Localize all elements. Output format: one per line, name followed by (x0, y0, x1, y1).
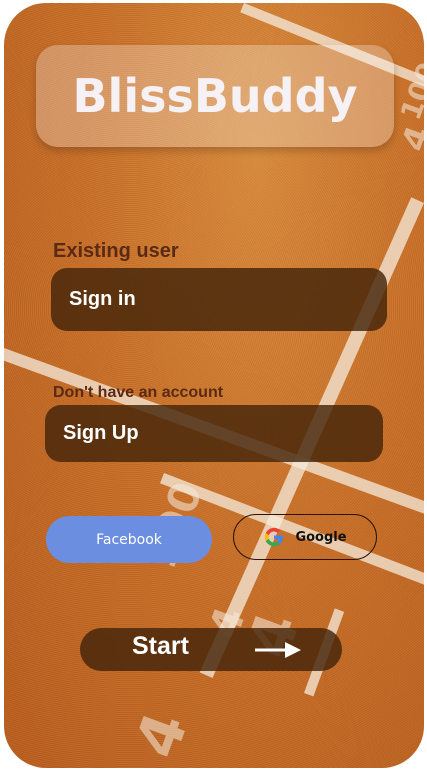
google-label: Google (295, 529, 347, 545)
lane-number: 4 (122, 703, 203, 767)
existing-user-label: Existing user (53, 240, 179, 262)
sign-in-button[interactable]: Sign in (51, 268, 387, 331)
google-button[interactable]: Google (233, 514, 377, 560)
no-account-label: Don't have an account (53, 384, 224, 401)
facebook-label: Facebook (96, 531, 162, 548)
sign-up-button[interactable]: Sign Up (45, 405, 383, 462)
lane-number: 4 (394, 120, 424, 157)
google-icon (265, 527, 284, 547)
start-label: Start (132, 632, 189, 660)
start-button[interactable]: Start (80, 628, 342, 671)
app-screen: 4 100 4 4 100 4 BlissBuddy Existing user… (4, 3, 424, 768)
facebook-button[interactable]: Facebook (46, 516, 212, 563)
arrow-right-icon (255, 642, 301, 658)
app-title: BlissBuddy (72, 69, 358, 123)
logo-box: BlissBuddy (36, 45, 394, 147)
